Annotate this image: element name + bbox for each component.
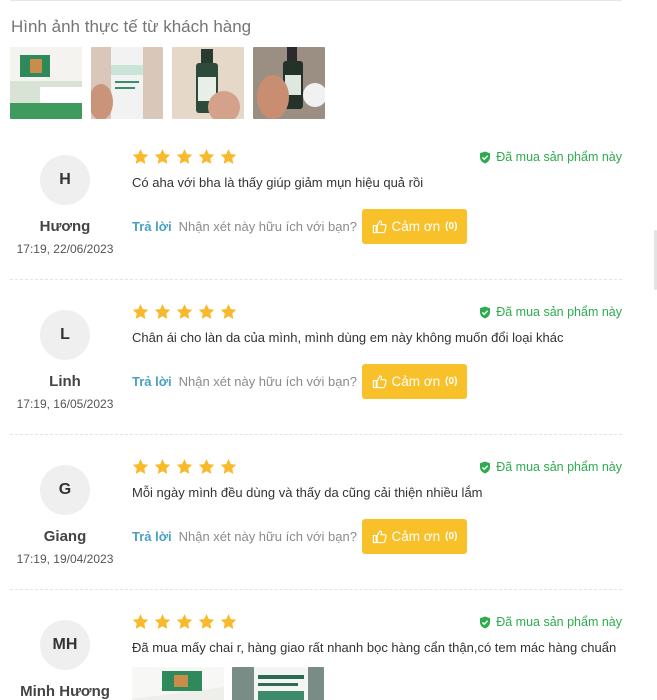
- verified-label: Đã mua sản phẩm này: [496, 615, 622, 629]
- star-rating: [131, 613, 238, 631]
- verified-label: Đã mua sản phẩm này: [496, 150, 622, 164]
- review-actions: Trả lời Nhận xét này hữu ích với bạn? Cả…: [132, 364, 467, 399]
- verified-purchase-badge: Đã mua sản phẩm này: [479, 305, 622, 319]
- review-item: L Linh 17:19, 16/05/2023 Đã mua sản phẩm…: [0, 300, 657, 455]
- shield-check-icon: [480, 461, 491, 473]
- star-icon: [154, 149, 171, 164]
- star-rating: [131, 303, 238, 321]
- star-rating: [131, 458, 238, 476]
- helpful-question: Nhận xét này hữu ích với bạn?: [178, 219, 357, 234]
- star-icon: [220, 149, 237, 164]
- top-divider: [10, 0, 622, 1]
- thumbs-up-icon: [372, 530, 387, 544]
- thank-button[interactable]: Cảm ơn (0): [361, 519, 467, 554]
- reviewer-name: Minh Hương: [20, 683, 110, 700]
- star-icon: [154, 304, 171, 319]
- thumbs-up-icon: [372, 375, 387, 389]
- star-icon: [132, 614, 149, 629]
- dark-bottle-icon: [172, 47, 244, 119]
- star-rating: [131, 148, 238, 166]
- bottle-in-hand-icon: [253, 47, 325, 119]
- reviewer-name: Linh: [49, 373, 81, 390]
- thank-label: Cảm ơn: [391, 374, 441, 389]
- star-icon: [220, 304, 237, 319]
- review-item: MH Minh Hương Đã mua sản phẩm này Đã mua…: [0, 610, 657, 700]
- thank-count: (0): [445, 531, 458, 542]
- review-text: Chân ái cho làn da của mình, mình dùng e…: [132, 330, 564, 345]
- review-date: 17:19, 22/06/2023: [16, 242, 114, 256]
- review-photo-1[interactable]: [132, 667, 224, 700]
- review-item: H Hương 17:19, 22/06/2023 Đã mua sản phẩ…: [0, 145, 657, 300]
- reviewer-name: Giang: [43, 528, 87, 545]
- reply-link[interactable]: Trả lời: [132, 219, 172, 234]
- review-photo-strip: [132, 667, 324, 700]
- bottle-label-icon: [232, 667, 324, 700]
- star-icon: [198, 459, 215, 474]
- customer-photo-1[interactable]: [10, 47, 82, 119]
- star-icon: [176, 459, 193, 474]
- review-text: Đã mua mấy chai r, hàng giao rất nhanh b…: [132, 640, 617, 655]
- star-icon: [176, 304, 193, 319]
- star-icon: [198, 614, 215, 629]
- verified-purchase-badge: Đã mua sản phẩm này: [479, 150, 622, 164]
- reviewer-name: Hương: [39, 218, 91, 235]
- review-text: Mỗi ngày mình đều dùng và thấy da cũng c…: [132, 485, 483, 500]
- bottle-in-hand-icon: [91, 47, 163, 119]
- thumbs-up-icon: [372, 220, 387, 234]
- star-icon: [176, 149, 193, 164]
- reply-link[interactable]: Trả lời: [132, 374, 172, 389]
- helpful-question: Nhận xét này hữu ích với bạn?: [178, 374, 357, 389]
- review-actions: Trả lời Nhận xét này hữu ích với bạn? Cả…: [132, 519, 467, 554]
- shield-check-icon: [480, 306, 491, 318]
- review-photo-2[interactable]: [232, 667, 324, 700]
- product-box-icon: [10, 47, 82, 119]
- star-icon: [154, 614, 171, 629]
- avatar: G: [40, 465, 90, 515]
- star-icon: [132, 149, 149, 164]
- thank-count: (0): [445, 221, 458, 232]
- customer-photo-strip: [10, 47, 325, 119]
- review-text: Có aha với bha là thấy giúp giảm mụn hiệ…: [132, 175, 424, 190]
- verified-purchase-badge: Đã mua sản phẩm này: [479, 615, 622, 629]
- star-icon: [220, 459, 237, 474]
- thank-label: Cảm ơn: [391, 219, 441, 234]
- review-actions: Trả lời Nhận xét này hữu ích với bạn? Cả…: [132, 209, 467, 244]
- shield-check-icon: [480, 616, 491, 628]
- review-date: 17:19, 16/05/2023: [16, 397, 114, 411]
- star-icon: [198, 149, 215, 164]
- verified-label: Đã mua sản phẩm này: [496, 460, 622, 474]
- review-item: G Giang 17:19, 19/04/2023 Đã mua sản phẩ…: [0, 455, 657, 610]
- star-icon: [154, 459, 171, 474]
- shield-check-icon: [480, 151, 491, 163]
- review-date: 17:19, 19/04/2023: [16, 552, 114, 566]
- product-box-icon: [132, 667, 224, 700]
- star-icon: [220, 614, 237, 629]
- thank-count: (0): [445, 376, 458, 387]
- avatar: H: [40, 155, 90, 205]
- avatar: MH: [40, 620, 90, 670]
- reply-link[interactable]: Trả lời: [132, 529, 172, 544]
- star-icon: [176, 614, 193, 629]
- star-icon: [132, 459, 149, 474]
- avatar: L: [40, 310, 90, 360]
- review-divider: [10, 434, 622, 435]
- customer-photo-3[interactable]: [172, 47, 244, 119]
- verified-label: Đã mua sản phẩm này: [496, 305, 622, 319]
- star-icon: [198, 304, 215, 319]
- customer-photo-4[interactable]: [253, 47, 325, 119]
- customer-photos-title: Hình ảnh thực tế từ khách hàng: [11, 17, 252, 36]
- star-icon: [132, 304, 149, 319]
- customer-photo-2[interactable]: [91, 47, 163, 119]
- review-divider: [10, 589, 622, 590]
- thank-label: Cảm ơn: [391, 529, 441, 544]
- thank-button[interactable]: Cảm ơn (0): [361, 364, 467, 399]
- verified-purchase-badge: Đã mua sản phẩm này: [479, 460, 622, 474]
- helpful-question: Nhận xét này hữu ích với bạn?: [178, 529, 357, 544]
- thank-button[interactable]: Cảm ơn (0): [361, 209, 467, 244]
- review-divider: [10, 279, 622, 280]
